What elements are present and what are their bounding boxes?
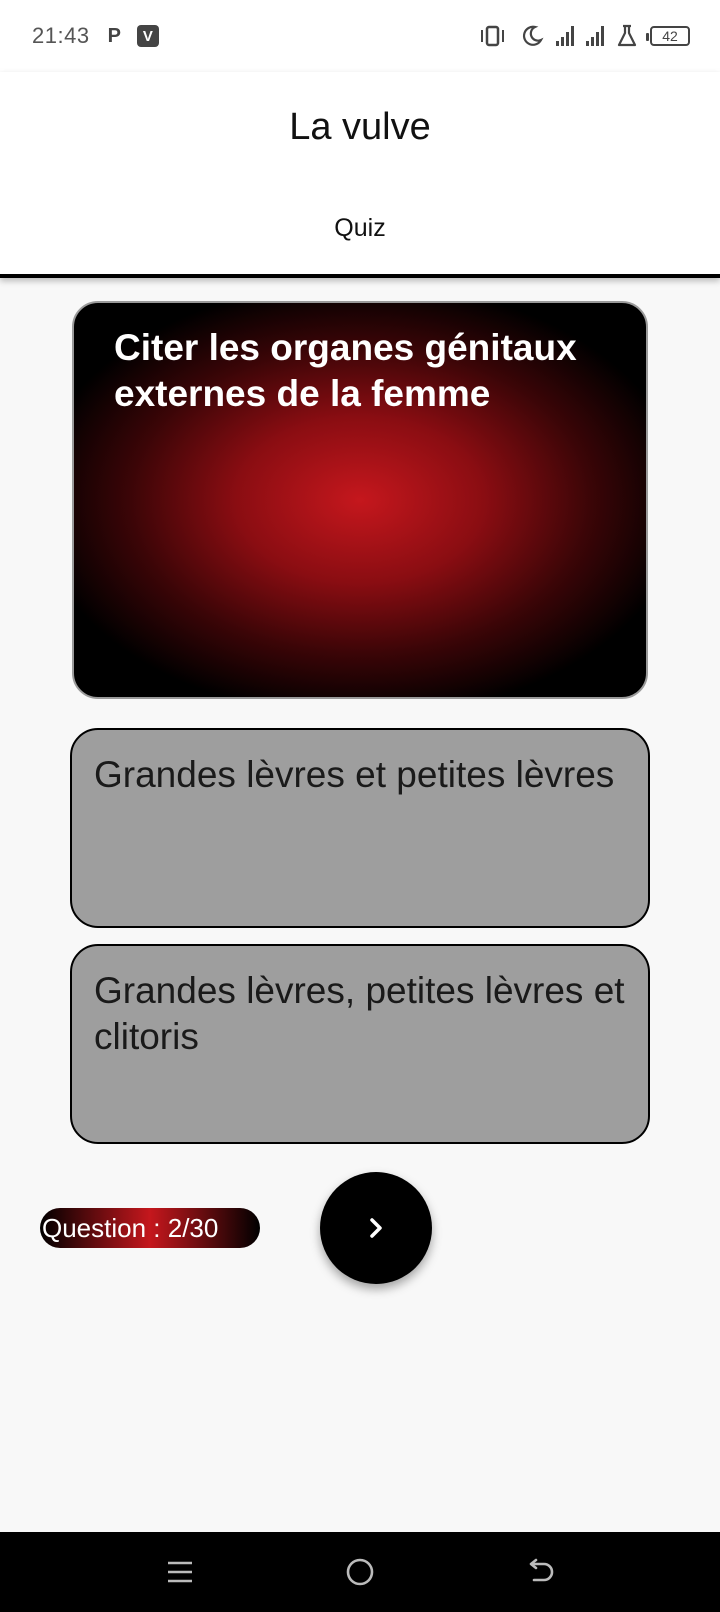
answer-option-label: Grandes lèvres, petites lèvres et clitor… [94, 970, 625, 1057]
flask-icon [617, 24, 637, 47]
app-header: La vulve Quiz [0, 72, 720, 278]
answer-option[interactable]: Grandes lèvres, petites lèvres et clitor… [70, 944, 650, 1144]
system-nav-bar [0, 1532, 720, 1612]
next-question-button[interactable] [320, 1172, 432, 1284]
battery-level: 42 [662, 28, 678, 44]
moon-icon [523, 25, 544, 46]
chevron-right-icon [370, 1218, 382, 1238]
answer-option-label: Grandes lèvres et petites lèvres [94, 754, 615, 795]
vibrate-icon [481, 25, 504, 47]
status-system-icons: 42 [478, 24, 690, 48]
answer-option[interactable]: Grandes lèvres et petites lèvres [70, 728, 650, 928]
question-card: Citer les organes génitaux externes de l… [72, 301, 648, 699]
menu-icon [168, 1561, 192, 1583]
status-bar: 21:43 P V 42 [0, 0, 720, 72]
nav-menu-button[interactable] [160, 1552, 200, 1592]
battery-icon: 42 [646, 26, 690, 46]
page-title: La vulve [289, 106, 431, 148]
p-icon: P [107, 24, 121, 47]
status-time: 21:43 [32, 23, 90, 48]
question-counter: Question : 2/30 [40, 1208, 260, 1248]
tab-quiz[interactable]: Quiz [0, 214, 720, 243]
nav-home-button[interactable] [340, 1552, 380, 1592]
back-icon [529, 1558, 554, 1582]
signal-icon [586, 26, 604, 46]
v-app-icon: V [136, 25, 159, 47]
question-text: Citer les organes génitaux externes de l… [114, 327, 577, 414]
signal-icon [556, 26, 574, 46]
status-notification-icons: P V [108, 25, 159, 48]
home-icon [346, 1558, 374, 1586]
nav-back-button[interactable] [520, 1552, 560, 1592]
